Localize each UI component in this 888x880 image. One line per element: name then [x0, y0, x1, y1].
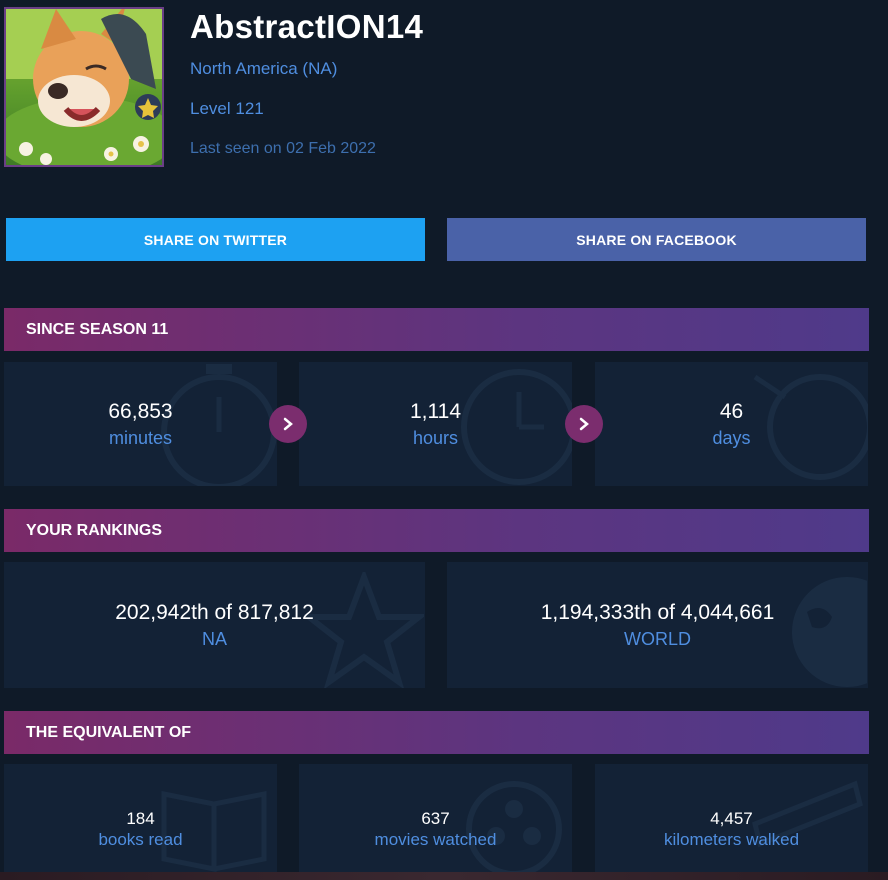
equivalent-value: 184: [126, 808, 155, 828]
equivalent-label: kilometers walked: [663, 829, 800, 849]
stopwatch-icon: [161, 364, 277, 486]
ranking-card-na: 202,942th of 817,812 NA: [4, 562, 425, 688]
ranking-value: 202,942th of 817,812: [115, 600, 314, 624]
film-reel-icon: [466, 781, 562, 872]
stat-card-hours: 1,114 hours: [299, 362, 572, 486]
ranking-label: NA: [201, 628, 227, 649]
equivalent-label: books read: [98, 829, 183, 849]
next-arrow-button[interactable]: [565, 405, 603, 443]
stat-value: 66,853: [108, 399, 173, 423]
share-twitter-button[interactable]: SHARE ON TWITTER: [6, 218, 425, 261]
globe-icon: [792, 577, 867, 687]
share-facebook-button[interactable]: SHARE ON FACEBOOK: [447, 218, 866, 261]
player-region: North America (NA): [190, 59, 338, 78]
book-icon: [161, 790, 267, 872]
next-arrow-button[interactable]: [269, 405, 307, 443]
stat-label: minutes: [108, 427, 173, 448]
player-name: AbstractION14: [190, 8, 424, 45]
chevron-right-icon: [283, 417, 293, 431]
profile-avatar: [4, 7, 164, 167]
player-level: Level 121: [190, 99, 264, 118]
road-icon: [752, 780, 863, 848]
page-bottom-edge: [0, 872, 888, 880]
equivalent-card-walk: 4,457 kilometers walked: [595, 764, 868, 872]
stat-card-days: 46 days: [595, 362, 868, 486]
equivalent-label: movies watched: [374, 829, 497, 849]
equivalent-card-books: 184 books read: [4, 764, 277, 872]
equivalent-value: 637: [421, 808, 450, 828]
ranking-card-world: 1,194,333th of 4,044,661 WORLD: [447, 562, 868, 688]
equivalent-value: 4,457: [710, 808, 753, 828]
stat-value: 46: [719, 399, 744, 423]
stat-label: days: [712, 427, 751, 448]
last-seen: Last seen on 02 Feb 2022: [190, 140, 376, 157]
clock-icon: [461, 369, 572, 485]
ranking-label: WORLD: [624, 628, 691, 649]
calendar-icon: [753, 374, 868, 480]
star-icon: [304, 572, 424, 688]
chevron-right-icon: [579, 417, 589, 431]
ranking-value: 1,194,333th of 4,044,661: [540, 600, 775, 624]
corgi-avatar: [6, 9, 162, 165]
stat-value: 1,114: [410, 399, 461, 423]
section-header-season: SINCE SEASON 11: [4, 308, 869, 351]
stat-card-minutes: 66,853 minutes: [4, 362, 277, 486]
section-header-rankings: YOUR RANKINGS: [4, 509, 869, 552]
equivalent-card-movies: 637 movies watched: [299, 764, 572, 872]
section-header-equivalent: THE EQUIVALENT OF: [4, 711, 869, 754]
stat-label: hours: [412, 427, 459, 448]
